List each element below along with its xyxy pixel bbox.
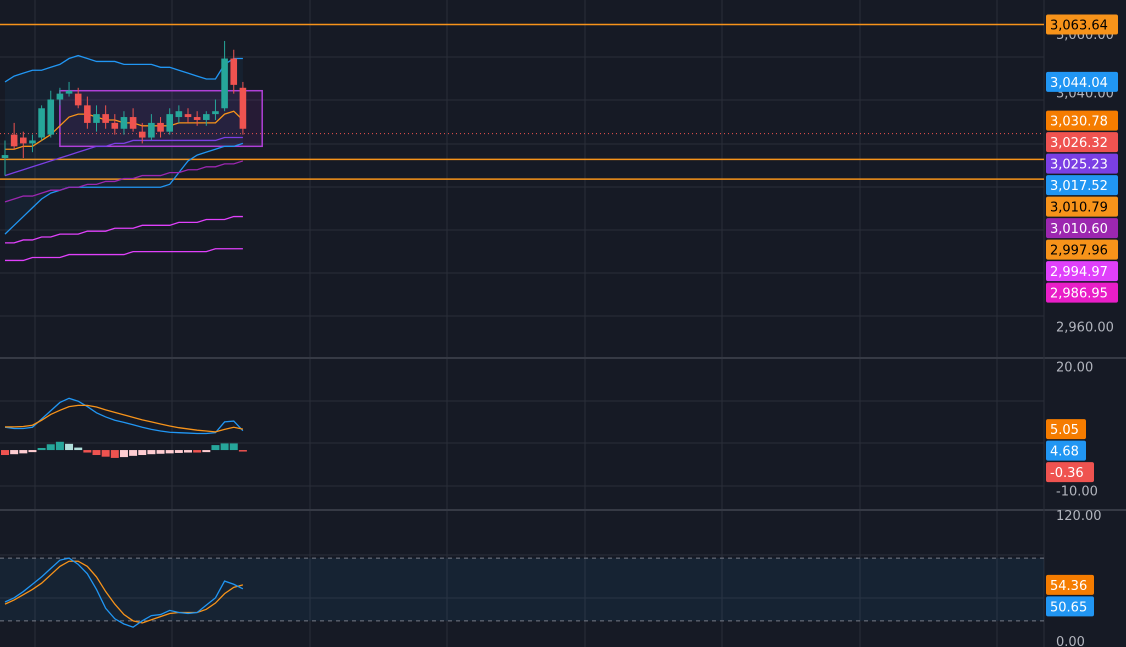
price-label-text: 50.65 <box>1050 600 1087 615</box>
histogram-bar <box>92 450 101 456</box>
price-label: 2,994.97 <box>1046 261 1118 282</box>
price-label: 3,010.79 <box>1046 196 1118 217</box>
histogram-bar <box>184 450 192 453</box>
candle-body <box>221 58 228 109</box>
candle-body <box>193 117 201 120</box>
candle-body <box>74 93 82 106</box>
price-label: -0.36 <box>1046 462 1094 483</box>
candle-body <box>138 131 146 138</box>
candle-body <box>102 114 109 123</box>
candle-body <box>203 114 210 120</box>
axis-tick-label: 20.00 <box>1056 360 1093 375</box>
price-label-text: 54.36 <box>1050 579 1087 594</box>
candle-body <box>93 114 100 123</box>
candle-body <box>38 108 45 138</box>
candle-body <box>1 155 9 159</box>
price-label-text: 3,044.04 <box>1050 76 1108 91</box>
candle-body <box>111 122 119 129</box>
histogram-bar <box>238 450 247 452</box>
price-label: 3,010.60 <box>1046 218 1118 239</box>
candle-body <box>47 99 55 135</box>
histogram-bar <box>74 447 83 451</box>
histogram-bar <box>19 450 28 454</box>
histogram-bar <box>28 450 37 453</box>
histogram-bar <box>10 450 19 455</box>
price-label-text: 2,986.95 <box>1050 287 1108 302</box>
candle-body <box>175 111 183 118</box>
histogram-bar <box>37 447 46 451</box>
histogram-bar <box>83 450 92 453</box>
trading-chart[interactable]: 3,060.003,040.002,960.0020.00-10.00120.0… <box>0 0 1126 647</box>
axis-tick-label: 2,960.00 <box>1056 321 1114 336</box>
histogram-bar <box>55 441 64 451</box>
price-label-text: 3,025.23 <box>1050 158 1108 173</box>
candle-body <box>56 93 64 100</box>
price-label-text: 3,026.32 <box>1050 136 1108 151</box>
price-label: 5.05 <box>1046 419 1086 440</box>
candle-body <box>184 114 192 118</box>
histogram-bar <box>229 443 238 451</box>
histogram-bar <box>165 450 174 454</box>
price-label-text: 4.68 <box>1050 445 1079 460</box>
histogram-bar <box>138 450 147 456</box>
histogram-bar <box>119 450 128 458</box>
axis-tick-label: -10.00 <box>1056 484 1098 499</box>
candle-body <box>129 117 137 129</box>
candle-body <box>29 140 36 144</box>
histogram-bar <box>46 444 55 451</box>
candle-body <box>120 117 128 129</box>
candle-body <box>166 114 173 132</box>
histogram-bar <box>129 450 138 456</box>
histogram-bar <box>211 445 220 451</box>
histogram-bar <box>220 443 229 451</box>
candle[interactable] <box>38 105 45 141</box>
axis-tick-label: 0.00 <box>1056 635 1085 647</box>
histogram-bar <box>193 450 202 453</box>
histogram-bar <box>1 450 9 456</box>
histogram-bar <box>65 443 74 451</box>
price-label-text: 2,994.97 <box>1050 265 1108 280</box>
price-label-text: 3,010.60 <box>1050 222 1108 237</box>
candle-body <box>65 90 73 94</box>
price-label-text: 3,030.78 <box>1050 115 1108 130</box>
candle-body <box>10 134 18 147</box>
candle-body <box>230 58 238 85</box>
candle-body <box>20 137 27 144</box>
candle[interactable] <box>239 81 247 135</box>
histogram-bar <box>110 450 119 458</box>
price-label: 2,997.96 <box>1046 239 1118 260</box>
oscillator-band <box>0 558 1044 621</box>
oscillator-panel[interactable] <box>0 557 1044 628</box>
price-label: 3,044.04 <box>1046 71 1118 92</box>
candle-body <box>157 122 164 132</box>
price-label: 4.68 <box>1046 440 1086 461</box>
price-label: 3,030.78 <box>1046 110 1118 131</box>
histogram-bar <box>147 450 156 455</box>
histogram-bar <box>174 450 183 453</box>
price-label: 3,026.32 <box>1046 132 1118 153</box>
candle-body <box>212 111 219 115</box>
price-label: 50.65 <box>1046 596 1094 617</box>
price-label-text: 3,017.52 <box>1050 179 1108 194</box>
price-label: 2,986.95 <box>1046 282 1118 303</box>
histogram-bar <box>101 450 110 457</box>
price-label-text: 3,063.64 <box>1050 18 1108 33</box>
price-label: 3,025.23 <box>1046 153 1118 174</box>
price-label: 3,017.52 <box>1046 175 1118 196</box>
price-label-text: 3,010.79 <box>1050 201 1108 216</box>
price-label: 54.36 <box>1046 574 1094 595</box>
candle-body <box>239 87 247 129</box>
axis-tick-label: 120.00 <box>1056 509 1102 524</box>
histogram-bar <box>202 450 211 453</box>
price-label-text: 5.05 <box>1050 423 1079 438</box>
candle-body <box>148 122 155 138</box>
price-label: 3,063.64 <box>1046 14 1118 35</box>
price-label-text: 2,997.96 <box>1050 244 1108 259</box>
price-label-text: -0.36 <box>1050 466 1084 481</box>
histogram-bar <box>156 450 165 454</box>
candle-body <box>84 105 91 123</box>
